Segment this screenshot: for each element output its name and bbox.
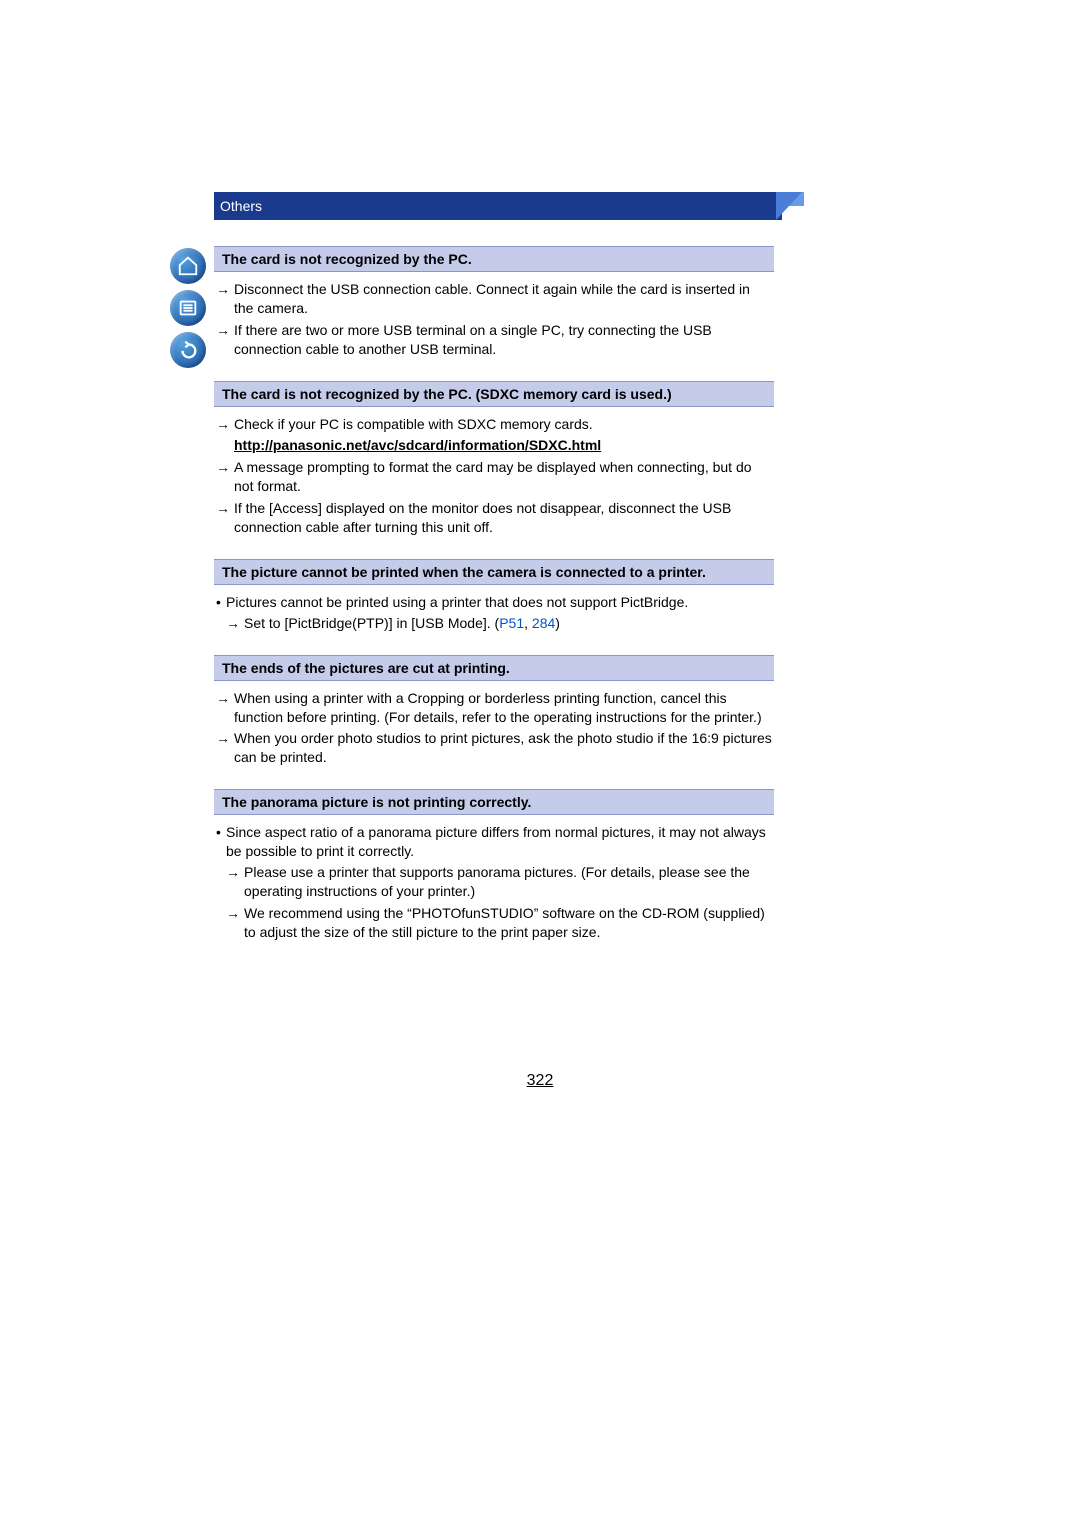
list-text: Please use a printer that supports panor… xyxy=(244,863,772,901)
arrow-icon: → xyxy=(216,499,234,537)
section-title: The ends of the pictures are cut at prin… xyxy=(214,655,774,681)
arrow-icon: → xyxy=(226,614,244,633)
home-icon[interactable] xyxy=(170,248,206,284)
list-item: → Please use a printer that supports pan… xyxy=(216,863,772,901)
header-accent-tri xyxy=(776,192,802,220)
list-item: → When you order photo studios to print … xyxy=(216,729,772,767)
section-body: • Since aspect ratio of a panorama pictu… xyxy=(214,815,774,941)
list-text: We recommend using the “PHOTOfunSTUDIO” … xyxy=(244,904,772,942)
list-item: → A message prompting to format the card… xyxy=(216,458,772,496)
list-item: → Set to [PictBridge(PTP)] in [USB Mode]… xyxy=(216,614,772,633)
list-item: → Check if your PC is compatible with SD… xyxy=(216,415,772,434)
list-text: Check if your PC is compatible with SDXC… xyxy=(234,415,772,434)
bullet-icon: • xyxy=(216,593,226,612)
arrow-icon: → xyxy=(216,280,234,318)
section-title: The picture cannot be printed when the c… xyxy=(214,559,774,585)
list-text: When using a printer with a Cropping or … xyxy=(234,689,772,727)
arrow-icon: → xyxy=(226,863,244,901)
chapter-label: Others xyxy=(220,198,262,214)
list-item: → If there are two or more USB terminal … xyxy=(216,321,772,359)
section-title: The card is not recognized by the PC. xyxy=(214,246,774,272)
list-text: If there are two or more USB terminal on… xyxy=(234,321,772,359)
section-body: → Disconnect the USB connection cable. C… xyxy=(214,272,774,359)
content-area: The card is not recognized by the PC. → … xyxy=(214,246,774,945)
section-title: The card is not recognized by the PC. (S… xyxy=(214,381,774,407)
section-body: • Pictures cannot be printed using a pri… xyxy=(214,585,774,633)
ref-close: ) xyxy=(555,615,560,631)
bullet-icon: • xyxy=(216,823,226,861)
arrow-icon: → xyxy=(216,458,234,496)
list-text: A message prompting to format the card m… xyxy=(234,458,772,496)
sep: , xyxy=(524,615,532,631)
list-item: http://panasonic.net/avc/sdcard/informat… xyxy=(216,436,772,455)
external-link[interactable]: http://panasonic.net/avc/sdcard/informat… xyxy=(234,436,772,455)
list-text: Set to [PictBridge(PTP)] in [USB Mode]. … xyxy=(244,614,772,633)
list-item: → When using a printer with a Cropping o… xyxy=(216,689,772,727)
section-body: → Check if your PC is compatible with SD… xyxy=(214,407,774,537)
arrow-icon: → xyxy=(216,729,234,767)
text-fragment: Set to [PictBridge(PTP)] in [USB Mode]. xyxy=(244,615,495,631)
section-title: The panorama picture is not printing cor… xyxy=(214,789,774,815)
arrow-icon: → xyxy=(216,415,234,434)
arrow-icon xyxy=(216,436,234,455)
list-item: • Pictures cannot be printed using a pri… xyxy=(216,593,772,612)
list-text: Disconnect the USB connection cable. Con… xyxy=(234,280,772,318)
page-ref-link[interactable]: P51 xyxy=(499,615,524,631)
page-ref-link[interactable]: 284 xyxy=(532,615,555,631)
list-text: Since aspect ratio of a panorama picture… xyxy=(226,823,772,861)
sidebar xyxy=(170,248,210,374)
menu-icon[interactable] xyxy=(170,290,206,326)
chapter-header: Others xyxy=(214,192,782,220)
back-icon[interactable] xyxy=(170,332,206,368)
list-text: When you order photo studios to print pi… xyxy=(234,729,772,767)
list-text: Pictures cannot be printed using a print… xyxy=(226,593,772,612)
page-number: 322 xyxy=(0,1072,1080,1090)
list-item: → Disconnect the USB connection cable. C… xyxy=(216,280,772,318)
list-item: → If the [Access] displayed on the monit… xyxy=(216,499,772,537)
list-item: → We recommend using the “PHOTOfunSTUDIO… xyxy=(216,904,772,942)
arrow-icon: → xyxy=(226,904,244,942)
section-body: → When using a printer with a Cropping o… xyxy=(214,681,774,768)
list-text: If the [Access] displayed on the monitor… xyxy=(234,499,772,537)
arrow-icon: → xyxy=(216,689,234,727)
arrow-icon: → xyxy=(216,321,234,359)
list-item: • Since aspect ratio of a panorama pictu… xyxy=(216,823,772,861)
